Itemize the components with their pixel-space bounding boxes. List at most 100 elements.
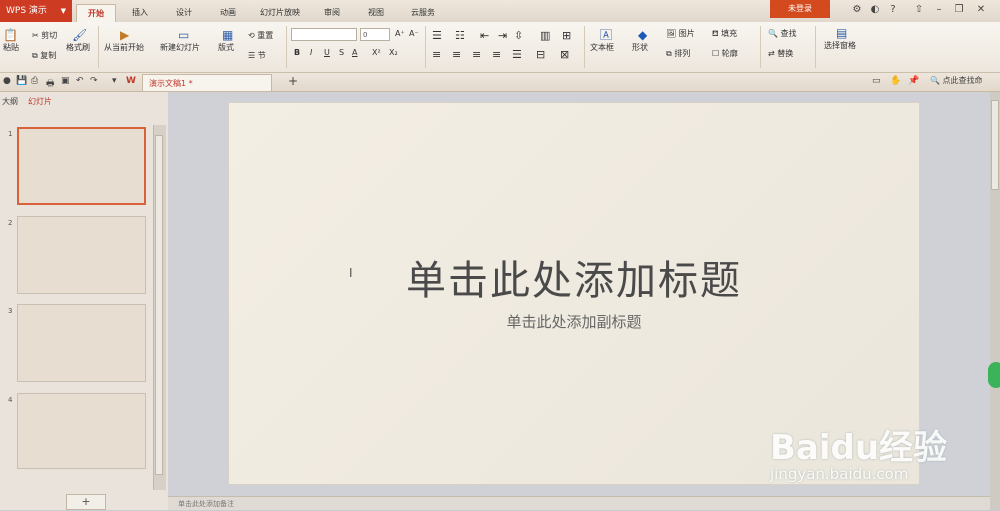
upload-icon[interactable]: ⇧ bbox=[912, 3, 926, 17]
strikethrough-button[interactable]: S bbox=[339, 48, 344, 57]
grow-font-button[interactable]: A⁺ bbox=[395, 29, 405, 38]
line-spacing-icon[interactable]: ⇳ bbox=[514, 29, 523, 42]
font-size-select[interactable]: 0 bbox=[360, 28, 390, 41]
reset-button[interactable]: ⟲ 重置 bbox=[248, 30, 273, 41]
open-icon[interactable]: ● bbox=[3, 76, 11, 86]
bold-button[interactable]: B bbox=[294, 48, 300, 57]
save-icon[interactable]: 💾 bbox=[16, 76, 27, 86]
section-icon: ☰ bbox=[248, 51, 256, 60]
comment-icon[interactable]: ▭ bbox=[872, 76, 881, 86]
bullets-icon[interactable]: ☰ bbox=[432, 29, 442, 42]
replace-button[interactable]: ⇄ 替换 bbox=[768, 48, 793, 59]
align-center-icon[interactable]: ≡ bbox=[452, 48, 461, 61]
slide-thumbnail-4[interactable] bbox=[17, 393, 146, 469]
print-preview-icon[interactable]: ⎙ bbox=[31, 76, 38, 86]
print-icon[interactable]: 🖶 bbox=[46, 76, 55, 92]
hand-icon[interactable]: ✋ bbox=[890, 76, 901, 86]
textbox-button[interactable]: 🄰 文本框 bbox=[590, 28, 614, 53]
tab-home[interactable]: 开始 bbox=[76, 4, 116, 23]
minimize-icon[interactable]: – bbox=[932, 3, 946, 17]
text-direction-icon[interactable]: ⊞ bbox=[562, 29, 571, 42]
tab-outline[interactable]: 大纲 bbox=[2, 96, 18, 107]
gear-icon[interactable]: ⚙ bbox=[850, 3, 864, 17]
tab-animation[interactable]: 动画 bbox=[208, 4, 248, 22]
slide-number: 3 bbox=[8, 307, 13, 315]
distribute-icon[interactable]: ☰ bbox=[512, 48, 522, 61]
columns-icon[interactable]: ▥ bbox=[540, 29, 550, 42]
close-icon[interactable]: ✕ bbox=[974, 3, 988, 17]
underline-button[interactable]: U bbox=[324, 48, 330, 57]
restore-icon[interactable]: ❐ bbox=[952, 3, 966, 17]
align-right-icon[interactable]: ≡ bbox=[472, 48, 481, 61]
slide-thumbnail-2[interactable] bbox=[17, 216, 146, 294]
tab-cloud[interactable]: 云服务 bbox=[400, 4, 446, 22]
arrange-icon: ⧉ bbox=[666, 49, 672, 58]
document-tab[interactable]: 演示文稿1 * bbox=[142, 74, 272, 91]
search-icon: 🔍 bbox=[768, 29, 778, 38]
font-color-button[interactable]: A bbox=[352, 48, 357, 57]
export-pdf-icon[interactable]: ▣ bbox=[61, 76, 70, 86]
floating-assistant-button[interactable] bbox=[988, 362, 1000, 388]
vertical-align-icon[interactable]: ⊟ bbox=[536, 48, 545, 61]
slide-thumbnail-1[interactable] bbox=[17, 127, 146, 205]
arrange-label: 排列 bbox=[674, 49, 691, 58]
cut-button[interactable]: ✂ 剪切 bbox=[32, 30, 57, 41]
tab-slideshow[interactable]: 幻灯片放映 bbox=[252, 4, 308, 22]
copy-icon: ⧉ bbox=[32, 51, 38, 60]
clipboard-icon: 📋 bbox=[3, 28, 18, 42]
redo-icon[interactable]: ↷ bbox=[90, 76, 98, 86]
superscript-button[interactable]: X² bbox=[372, 48, 381, 57]
fill-button[interactable]: ⛾ 填充 bbox=[712, 28, 737, 39]
tab-insert[interactable]: 插入 bbox=[120, 4, 160, 22]
reset-icon: ⟲ bbox=[248, 31, 255, 40]
pin-icon[interactable]: 📌 bbox=[908, 76, 919, 86]
undo-icon[interactable]: ↶ bbox=[76, 76, 84, 86]
picture-icon: 🖼 bbox=[666, 29, 677, 38]
tab-design[interactable]: 设计 bbox=[164, 4, 204, 22]
tab-review[interactable]: 审阅 bbox=[312, 4, 352, 22]
italic-button[interactable]: I bbox=[310, 48, 312, 57]
outline-button[interactable]: ☐ 轮廓 bbox=[712, 48, 738, 59]
from-current-button[interactable]: ▶ 从当前开始 bbox=[104, 28, 144, 53]
divider bbox=[584, 26, 585, 68]
smartart-icon[interactable]: ⊠ bbox=[560, 48, 569, 61]
font-name-select[interactable] bbox=[291, 28, 357, 41]
login-button[interactable]: 未登录 bbox=[770, 0, 830, 18]
selection-pane-button[interactable]: ▤ 选择窗格 bbox=[824, 26, 856, 51]
skin-icon[interactable]: ◐ bbox=[868, 3, 882, 17]
copy-button[interactable]: ⧉ 复制 bbox=[32, 50, 56, 61]
command-search[interactable]: 🔍 点此查找命 bbox=[930, 75, 983, 86]
shape-button[interactable]: ◆ 形状 bbox=[632, 28, 648, 53]
add-slide-button[interactable]: + bbox=[66, 494, 106, 510]
tab-view[interactable]: 视图 bbox=[356, 4, 396, 22]
section-button[interactable]: ☰ 节 bbox=[248, 50, 266, 61]
slides-scrollbar-thumb[interactable] bbox=[155, 135, 163, 475]
format-painter-button[interactable]: 🖌 格式刷 bbox=[66, 28, 90, 53]
canvas-scrollbar-thumb[interactable] bbox=[991, 100, 999, 190]
slide-subtitle-placeholder[interactable]: 单击此处添加副标题 bbox=[228, 311, 920, 332]
layout-button[interactable]: ▦ 版式 bbox=[218, 28, 234, 53]
indent-icon[interactable]: ⇤ bbox=[480, 29, 489, 42]
slide-thumbnail-3[interactable] bbox=[17, 304, 146, 382]
align-left-icon[interactable]: ≡ bbox=[432, 48, 441, 61]
new-tab-button[interactable]: + bbox=[288, 74, 298, 88]
arrange-button[interactable]: ⧉ 排列 bbox=[666, 48, 690, 59]
picture-button[interactable]: 🖼 图片 bbox=[666, 28, 695, 39]
new-slide-button[interactable]: ▭ 新建幻灯片 bbox=[160, 28, 200, 53]
justify-icon[interactable]: ≡ bbox=[492, 48, 501, 61]
subscript-button[interactable]: X₂ bbox=[389, 48, 398, 57]
slide-number: 2 bbox=[8, 219, 13, 227]
app-menu-button[interactable]: WPS 演示 ▼ bbox=[0, 0, 72, 22]
tab-slides[interactable]: 幻灯片 bbox=[28, 96, 52, 107]
textbox-icon: 🄰 bbox=[600, 28, 613, 42]
slide-title-placeholder[interactable]: 单击此处添加标题 bbox=[228, 248, 920, 306]
shrink-font-button[interactable]: A⁻ bbox=[409, 29, 419, 38]
paste-button[interactable]: 📋 粘贴 bbox=[3, 28, 19, 53]
outdent-icon[interactable]: ⇥ bbox=[498, 29, 507, 42]
replace-label: 替换 bbox=[777, 49, 794, 58]
notes-pane[interactable]: 单击此处添加备注 bbox=[168, 496, 990, 510]
numbering-icon[interactable]: ☷ bbox=[455, 29, 465, 42]
find-button[interactable]: 🔍 查找 bbox=[768, 28, 797, 39]
help-icon[interactable]: ? bbox=[886, 3, 900, 17]
chevron-down-icon[interactable]: ▾ bbox=[112, 76, 117, 86]
